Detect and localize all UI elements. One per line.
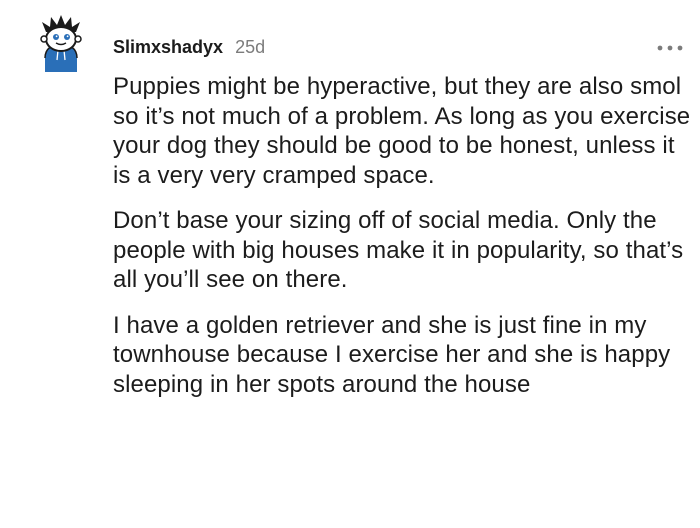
more-options-button[interactable]: [650, 38, 690, 58]
comment-paragraph: Puppies might be hyperactive, but they a…: [113, 73, 691, 189]
snoo-avatar-icon: [40, 15, 82, 72]
more-horizontal-icon: [657, 45, 683, 51]
comment-header: Slimxshadyx 25d: [113, 37, 265, 61]
comment-paragraph: I have a golden retriever and she is jus…: [113, 311, 671, 398]
comment-age: 25d: [235, 37, 266, 57]
comment-paragraph: Don’t base your sizing off of social med…: [113, 207, 684, 293]
comment: Slimxshadyx 25d Puppies might be hyperac…: [0, 0, 700, 528]
username-link[interactable]: Slimxshadyx: [113, 37, 223, 58]
user-avatar[interactable]: [36, 14, 86, 76]
comment-body: Puppies might be hyperactive, but they a…: [113, 72, 693, 399]
